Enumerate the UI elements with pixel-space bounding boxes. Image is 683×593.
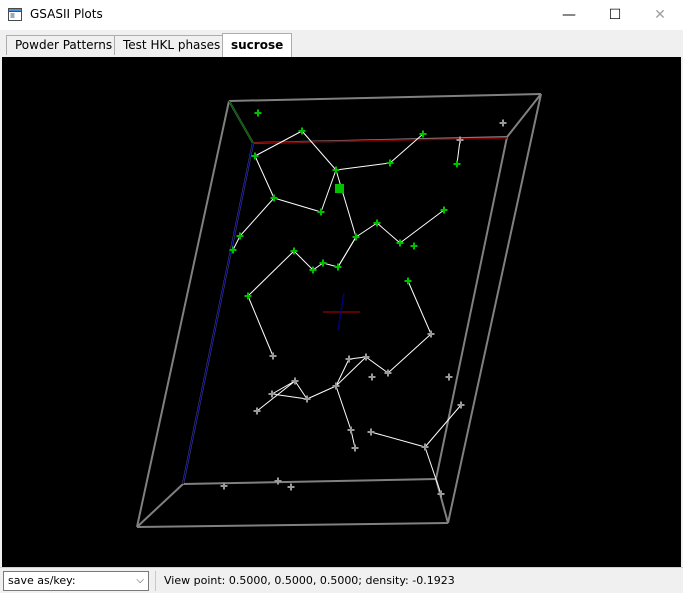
app-window-icon: [8, 8, 22, 21]
unit-cell-edge: [136, 100, 230, 528]
bond-line: [335, 162, 391, 171]
bond-line: [294, 380, 308, 400]
bond-line: [456, 139, 461, 165]
bond-line: [399, 209, 445, 244]
unit-cell-edge: [228, 93, 542, 102]
bond-line: [320, 169, 337, 213]
tab-powder-patterns[interactable]: Powder Patterns: [6, 35, 122, 55]
save-as-key-select[interactable]: save as/key: ⌵: [3, 571, 149, 591]
unit-cell-edge: [136, 522, 449, 528]
minimize-button[interactable]: —: [546, 0, 592, 30]
minimize-icon: —: [562, 7, 576, 23]
save-as-key-value: save as/key:: [8, 574, 76, 587]
bond-line: [387, 333, 432, 374]
unit-cell-edge: [435, 136, 508, 480]
structure-plot-canvas[interactable]: [2, 57, 681, 567]
bond-line: [301, 130, 337, 171]
bond-line: [337, 236, 357, 268]
bond-line: [335, 385, 352, 431]
bond-line: [389, 133, 424, 164]
bond-line: [355, 222, 378, 238]
title-bar: GSASII Plots — ☐ ✕: [0, 0, 683, 30]
axis-a-line: [252, 137, 508, 144]
bond-line: [247, 250, 295, 297]
bond-line: [247, 295, 274, 357]
bond-line: [273, 197, 322, 213]
bond-line: [293, 250, 314, 271]
unit-cell-edge: [182, 478, 437, 485]
axis-b-line: [228, 100, 254, 144]
bond-line: [365, 356, 389, 374]
bond-line: [407, 280, 432, 335]
bond-line: [376, 222, 401, 244]
maximize-button[interactable]: ☐: [592, 0, 638, 30]
unit-cell-edge: [447, 93, 542, 524]
structure-plot[interactable]: [2, 57, 681, 567]
axis-c-line: [182, 142, 254, 485]
bond-line: [335, 169, 357, 238]
bond-line: [306, 385, 337, 400]
bond-line: [370, 431, 426, 448]
chevron-down-icon: ⌵: [136, 575, 144, 586]
window-title: GSASII Plots: [30, 7, 103, 21]
status-divider: [155, 571, 156, 591]
maximize-icon: ☐: [608, 7, 622, 23]
bond-line: [239, 197, 275, 237]
bond-line: [312, 262, 324, 271]
plot-tabs: Powder Patterns Test HKL phases sucrose: [0, 30, 683, 57]
close-icon: ✕: [654, 7, 666, 23]
status-bar: save as/key: ⌵ View point: 0.5000, 0.500…: [0, 567, 683, 593]
tab-test-hkl-phases[interactable]: Test HKL phases: [114, 35, 230, 55]
close-button[interactable]: ✕: [637, 0, 683, 30]
bond-line: [335, 356, 367, 387]
bond-line: [254, 155, 275, 199]
selected-atom-marker: [335, 184, 344, 193]
bond-line: [271, 380, 296, 395]
tab-sucrose[interactable]: sucrose: [222, 33, 293, 57]
bond-line: [335, 358, 350, 387]
view-point-status: View point: 0.5000, 0.5000, 0.5000; dens…: [164, 574, 455, 587]
